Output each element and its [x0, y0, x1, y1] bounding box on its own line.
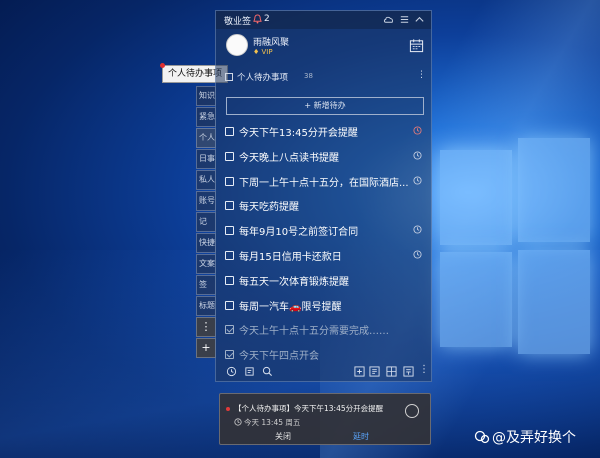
bell-icon[interactable]	[253, 14, 262, 24]
sidetab-item[interactable]: 文案	[196, 254, 216, 274]
sidetab-item[interactable]: 日事	[196, 149, 216, 169]
sidetab-item[interactable]: 紧急	[196, 107, 216, 127]
task-row[interactable]: 今天上午十点十五分需要完成……	[216, 317, 431, 342]
sidetab-item[interactable]: 快捷	[196, 233, 216, 253]
task-row[interactable]: 每月15日信用卡还款日	[216, 243, 431, 268]
reminder-clock-icon	[413, 250, 422, 259]
avatar[interactable]	[226, 34, 248, 56]
sidetab-item[interactable]: 记	[196, 212, 216, 232]
clock-icon	[234, 418, 242, 426]
menu-icon[interactable]	[399, 14, 410, 25]
sidetab-add-button[interactable]: +	[196, 338, 216, 358]
task-row[interactable]: 今天晚上八点读书提醒	[216, 144, 431, 169]
sidetab-item[interactable]: 标题	[196, 296, 216, 316]
list-checkbox-icon	[225, 73, 233, 81]
sidetab-strip: 知识 紧急 个人 日事 私人 账号 记 快捷 文案 签 标题 ⋮ +	[196, 86, 216, 359]
reminder-clock-icon	[413, 225, 422, 234]
username: 雨融风聚	[253, 38, 290, 48]
account-icon[interactable]	[369, 366, 380, 377]
task-checkbox[interactable]	[225, 151, 234, 161]
unread-dot	[160, 63, 165, 68]
list-header: 个人待办事项 38 ⋮	[225, 70, 426, 85]
task-checkbox[interactable]	[225, 250, 234, 260]
search-icon[interactable]	[262, 366, 273, 377]
sidetab-more-button[interactable]: ⋮	[196, 317, 216, 337]
task-checkbox[interactable]	[225, 325, 234, 335]
bottom-toolbar: ⋮	[216, 361, 431, 383]
list-more-icon[interactable]: ⋮	[417, 70, 426, 80]
cloud-sync-icon[interactable]	[383, 14, 394, 25]
close-button[interactable]: 关闭	[275, 431, 291, 442]
vip-label: VIP	[261, 48, 273, 56]
sidetab-item[interactable]: 签	[196, 275, 216, 295]
notification-time: 今天 13:45 周五	[234, 417, 300, 428]
title-bar[interactable]: 敬业签 2	[216, 11, 431, 29]
clock-icon[interactable]	[226, 366, 237, 377]
windows-logo-wallpaper	[440, 138, 590, 354]
notification-text: 【个人待办事项】今天下午13:45分开会提醒	[234, 404, 384, 413]
task-checkbox[interactable]	[225, 350, 234, 360]
task-text: 每五天一次体育锻炼提醒	[239, 276, 349, 288]
task-checkbox[interactable]	[225, 300, 234, 310]
task-text: 每年9月10号之前签订合同	[239, 227, 359, 239]
sidetab-item[interactable]: 知识	[196, 86, 216, 106]
watermark-logo-icon	[474, 430, 490, 444]
task-text: 每周一汽车🚗限号提醒	[239, 301, 342, 313]
notes-icon[interactable]	[244, 366, 255, 377]
task-row[interactable]: 每年9月10号之前签订合同	[216, 218, 431, 243]
task-text: 今天下午四点开会	[239, 351, 319, 363]
list-count: 38	[304, 72, 313, 80]
reminder-notification: 【个人待办事项】今天下午13:45分开会提醒 今天 13:45 周五 关闭 延时	[219, 393, 431, 445]
sidetab-item[interactable]: 个人	[196, 128, 216, 148]
reminder-count: 2	[264, 14, 270, 24]
task-list: 今天下午13:45分开会提醒 今天晚上八点读书提醒下周一上午十点十五分，在国际酒店…	[216, 119, 431, 367]
task-text: 每天吃药提醒	[239, 202, 299, 214]
watermark: @及弄好换个	[474, 427, 576, 447]
todo-panel: 敬业签 2 雨融风聚 ♦ VIP 个人待办事项 38 ⋮ + 新增待办 今天下午…	[215, 10, 432, 382]
complete-circle-button[interactable]	[405, 404, 419, 418]
task-text: 每月15日信用卡还款日	[239, 251, 342, 263]
record-icon[interactable]	[403, 366, 414, 377]
add-icon[interactable]	[354, 366, 365, 377]
task-checkbox[interactable]	[225, 226, 234, 236]
calendar-icon[interactable]	[409, 38, 424, 53]
task-text: 下周一上午十点十五分，在国际酒店...	[239, 177, 409, 189]
task-checkbox[interactable]	[225, 201, 234, 211]
vip-badge: ♦ VIP	[253, 48, 273, 56]
reminder-clock-icon	[413, 176, 422, 185]
task-text: 今天晚上八点读书提醒	[239, 152, 339, 164]
task-text: 今天上午十点十五分需要完成……	[239, 326, 389, 338]
task-row[interactable]: 每天吃药提醒	[216, 193, 431, 218]
task-row[interactable]: 每五天一次体育锻炼提醒	[216, 268, 431, 293]
task-row[interactable]: 下周一上午十点十五分，在国际酒店...	[216, 169, 431, 194]
chevron-up-icon[interactable]	[414, 14, 425, 25]
task-checkbox[interactable]	[225, 127, 234, 136]
more-options-icon[interactable]: ⋮	[419, 364, 429, 375]
sidetab-item[interactable]: 私人	[196, 170, 216, 190]
sidetab-item[interactable]: 账号	[196, 191, 216, 211]
task-checkbox[interactable]	[225, 176, 234, 186]
reminder-clock-icon	[413, 126, 422, 135]
snooze-button[interactable]: 延时	[353, 431, 369, 442]
tooltip-label: 个人待办事项	[168, 69, 223, 79]
task-row[interactable]: 每周一汽车🚗限号提醒	[216, 293, 431, 318]
add-todo-button[interactable]: + 新增待办	[226, 97, 424, 115]
reminder-clock-icon	[413, 151, 422, 160]
list-title: 个人待办事项	[237, 73, 289, 83]
task-text: 今天下午13:45分开会提醒	[239, 128, 358, 139]
task-checkbox[interactable]	[225, 275, 234, 285]
alert-dot	[226, 407, 230, 411]
task-row[interactable]: 今天下午13:45分开会提醒	[216, 119, 431, 144]
layout-icon[interactable]	[386, 366, 397, 377]
notification-time-label: 今天 13:45 周五	[244, 418, 301, 427]
watermark-text: @及弄好换个	[492, 430, 576, 446]
app-title: 敬业签	[224, 17, 252, 27]
